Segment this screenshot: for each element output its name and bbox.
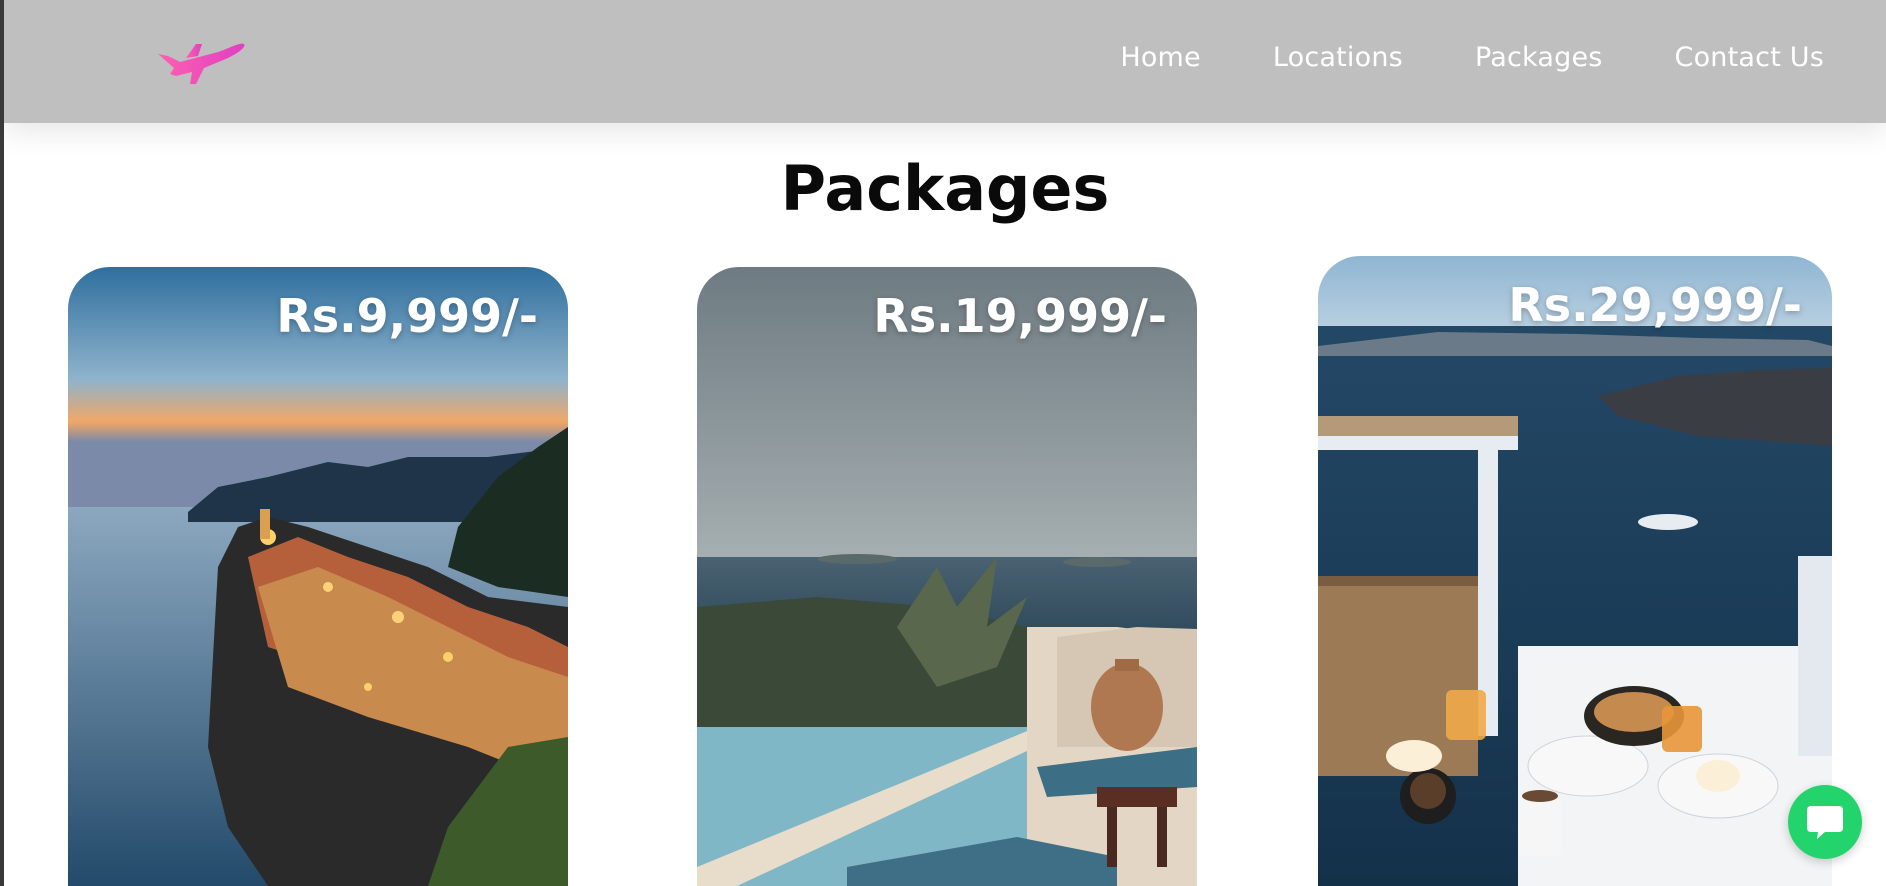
package-price: Rs.29,999/- (1508, 278, 1802, 332)
page: Home Locations Packages Contact Us Packa… (4, 0, 1886, 886)
main-nav: Home Locations Packages Contact Us (1120, 42, 1824, 73)
package-price: Rs.9,999/- (276, 289, 538, 343)
nav-locations-link[interactable]: Locations (1273, 42, 1403, 73)
nav-home-link[interactable]: Home (1120, 42, 1201, 73)
nav-contact-link[interactable]: Contact Us (1675, 42, 1824, 73)
chat-button[interactable] (1788, 785, 1862, 859)
package-price: Rs.19,999/- (873, 289, 1167, 343)
breakfast-view-image (1318, 256, 1832, 886)
packages-title: Packages (780, 152, 1110, 225)
package-card-1[interactable]: Rs.9,999/- (68, 267, 568, 886)
infinity-pool-image (697, 267, 1197, 886)
nav-packages-link[interactable]: Packages (1475, 42, 1603, 73)
chat-bubble-icon (1807, 806, 1843, 839)
navbar: Home Locations Packages Contact Us (4, 0, 1886, 123)
package-card-2[interactable]: Rs.19,999/- (697, 267, 1197, 886)
package-card-3[interactable]: Rs.29,999/- (1318, 256, 1832, 886)
coastal-village-image (68, 267, 568, 886)
airplane-icon[interactable] (156, 34, 246, 86)
